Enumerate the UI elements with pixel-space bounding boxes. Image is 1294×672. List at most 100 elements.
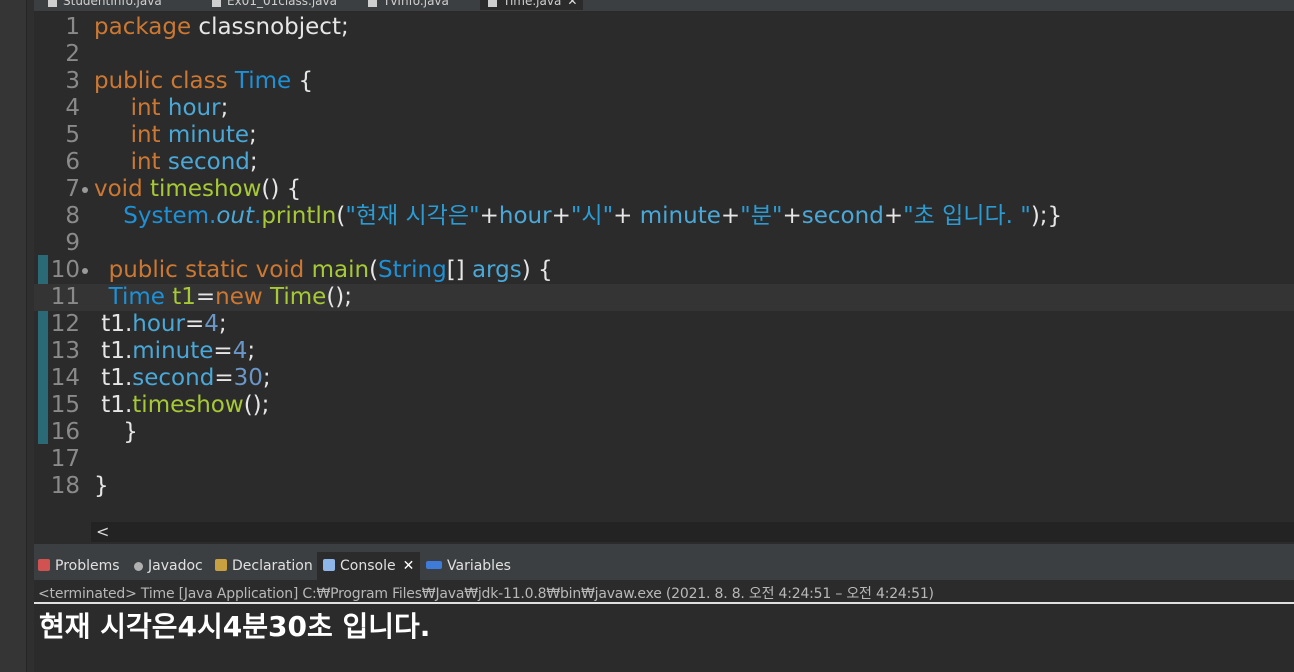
java-file-icon [212, 0, 221, 7]
code-text: [] [446, 257, 472, 283]
code-text: = [195, 284, 216, 310]
line-number: 15 [50, 392, 80, 418]
java-file-icon [48, 0, 57, 7]
fold-toggle-icon[interactable] [82, 268, 88, 274]
code-text: t1. [94, 392, 133, 418]
console-view[interactable]: <terminated> Time [Java Application] C:₩… [34, 580, 1294, 672]
panel-divider[interactable] [34, 544, 1294, 552]
code-line[interactable]: 13 t1.minute=4; [34, 338, 1294, 365]
bottom-panel-tab-bar: Problems Javadoc Declaration Console ✕ Va… [34, 552, 1294, 580]
tab-javadoc[interactable]: Javadoc [134, 552, 203, 580]
line-number: 6 [65, 149, 80, 175]
code-text: (); [243, 392, 270, 418]
tab-label: Javadoc [148, 558, 203, 574]
close-icon[interactable]: ✕ [403, 558, 415, 574]
java-file-icon [368, 0, 377, 7]
method-name: main [311, 257, 370, 283]
code-line[interactable]: 5 int minute; [34, 122, 1294, 149]
code-line[interactable]: 7 void timeshow() { [34, 176, 1294, 203]
code-text: t1. [94, 311, 133, 337]
keyword: new [215, 284, 263, 310]
tab-variables[interactable]: Variables [426, 552, 511, 580]
type-name: Time [270, 284, 327, 310]
code-text: + [782, 203, 802, 229]
variable-name: t1 [172, 284, 196, 310]
console-output: 현재 시각은4시4분30초 입니다. [39, 610, 431, 643]
tab-label: StudentInfo.java [63, 0, 162, 8]
code-editor[interactable]: 1 package classnobject; 2 3 public class… [34, 12, 1294, 520]
tab-label: Problems [55, 558, 120, 574]
static-field: out [216, 203, 254, 229]
keyword: int [130, 149, 161, 175]
parameter-name: args [471, 257, 522, 283]
code-line[interactable]: 9 [34, 230, 1294, 257]
string-literal: "분" [740, 203, 783, 229]
horizontal-scrollbar[interactable]: < [34, 520, 1294, 544]
method-name: timeshow [132, 392, 244, 418]
console-divider [34, 602, 1294, 604]
tab-label: Variables [447, 558, 511, 574]
close-icon[interactable]: ✕ [567, 0, 577, 8]
code-text: ; [249, 149, 258, 175]
tab-ex01-01class[interactable]: Ex01_01class.java [204, 0, 337, 10]
tab-time[interactable]: Time.java ✕ [480, 0, 584, 10]
declaration-icon [215, 559, 227, 571]
number-literal: 4 [204, 311, 219, 337]
field-name: second [132, 365, 215, 391]
tab-label: Time.java [503, 0, 562, 8]
line-number: 17 [50, 446, 80, 472]
code-line[interactable]: 10 public static void main(String[] args… [34, 257, 1294, 284]
line-number: 9 [65, 230, 80, 256]
code-line[interactable]: 16 } [34, 419, 1294, 446]
code-line[interactable]: 17 [34, 446, 1294, 473]
line-number: 7 [65, 176, 80, 202]
code-line[interactable]: 15 t1.timeshow(); [34, 392, 1294, 419]
tab-declaration[interactable]: Declaration [215, 552, 313, 580]
console-icon [323, 559, 335, 571]
code-text: (); [326, 284, 353, 310]
code-line[interactable]: 18 } [34, 473, 1294, 500]
line-number: 3 [65, 68, 80, 94]
line-number: 18 [50, 473, 80, 499]
code-line[interactable]: 14 t1.second=30; [34, 365, 1294, 392]
tab-studentinfo[interactable]: StudentInfo.java [40, 0, 162, 10]
code-line[interactable]: 3 public class Time { [34, 68, 1294, 95]
code-line[interactable]: 12 t1.hour=4; [34, 311, 1294, 338]
scroll-left-arrow-icon[interactable]: < [96, 520, 109, 544]
code-text: } [94, 419, 138, 445]
tab-problems[interactable]: Problems [38, 552, 120, 580]
field-name: second [167, 149, 250, 175]
fold-toggle-icon[interactable] [82, 187, 88, 193]
tab-tvinfo[interactable]: TvInfo.java [360, 0, 449, 10]
keyword: int [130, 122, 161, 148]
code-line[interactable]: 4 int hour; [34, 95, 1294, 122]
scrollbar-track[interactable] [91, 522, 1294, 542]
code-text: ; [249, 122, 257, 148]
code-text: + [551, 203, 571, 229]
code-line[interactable]: 1 package classnobject; [34, 14, 1294, 41]
code-text: ( [336, 203, 346, 229]
code-line[interactable]: 2 [34, 41, 1294, 68]
variables-icon [426, 561, 442, 569]
method-name: timeshow [150, 176, 262, 202]
line-number: 4 [65, 95, 80, 121]
code-line[interactable]: 8 System.out.println("현재 시각은"+hour+"시"+ … [34, 203, 1294, 230]
tab-console[interactable]: Console ✕ [317, 552, 421, 580]
code-line[interactable]: 6 int second; [34, 149, 1294, 176]
line-number: 14 [50, 365, 80, 391]
field-name: minute [132, 338, 214, 364]
code-line-current[interactable]: 11 Time t1=new Time(); [34, 284, 1294, 311]
field-name: second [801, 203, 884, 229]
code-text: } [94, 473, 109, 499]
keyword: public class [94, 68, 228, 94]
javadoc-icon [134, 562, 143, 571]
type-name: String [378, 257, 447, 283]
keyword: int [130, 95, 161, 121]
